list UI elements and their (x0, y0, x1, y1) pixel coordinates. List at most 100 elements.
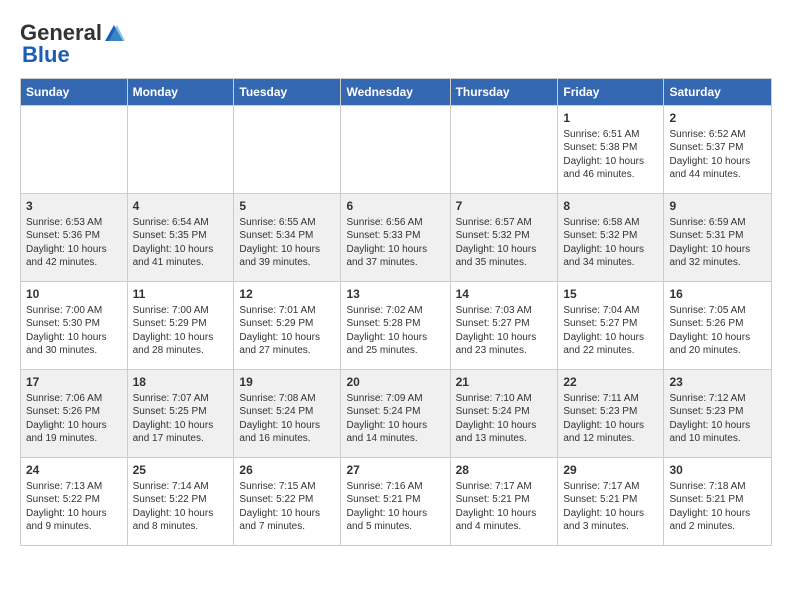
day-number: 2 (669, 110, 766, 127)
calendar-day-cell: 10Sunrise: 7:00 AMSunset: 5:30 PMDayligh… (21, 282, 128, 370)
day-info: Sunrise: 7:08 AM (239, 392, 335, 406)
day-info: Sunrise: 7:00 AM (133, 304, 229, 318)
day-info: Daylight: 10 hours and 16 minutes. (239, 419, 335, 446)
day-info: Sunrise: 7:07 AM (133, 392, 229, 406)
day-info: Sunset: 5:38 PM (563, 141, 658, 155)
calendar-week-row: 3Sunrise: 6:53 AMSunset: 5:36 PM Daylight… (21, 194, 772, 282)
calendar-header-row: SundayMondayTuesdayWednesdayThursdayFrid… (21, 79, 772, 106)
calendar-day-cell: 19Sunrise: 7:08 AMSunset: 5:24 PMDayligh… (234, 370, 341, 458)
calendar-week-row: 10Sunrise: 7:00 AMSunset: 5:30 PMDayligh… (21, 282, 772, 370)
day-info: Sunrise: 7:00 AM (26, 304, 122, 318)
day-number: 10 (26, 286, 122, 303)
calendar-day-cell: 17Sunrise: 7:06 AMSunset: 5:26 PMDayligh… (21, 370, 128, 458)
day-number: 28 (456, 462, 553, 479)
calendar-day-cell: 26Sunrise: 7:15 AMSunset: 5:22 PMDayligh… (234, 458, 341, 546)
logo-icon (103, 23, 125, 43)
day-info: Sunset: 5:21 PM (669, 493, 766, 507)
calendar-day-cell: 20Sunrise: 7:09 AMSunset: 5:24 PMDayligh… (341, 370, 450, 458)
day-info: Sunset: 5:32 PM (563, 229, 658, 243)
day-info: Sunset: 5:30 PM (26, 317, 122, 331)
day-info: Daylight: 10 hours and 2 minutes. (669, 507, 766, 534)
calendar-body: 1Sunrise: 6:51 AMSunset: 5:38 PMDaylight… (21, 106, 772, 546)
day-info: Sunset: 5:29 PM (239, 317, 335, 331)
day-number: 27 (346, 462, 444, 479)
calendar-week-row: 17Sunrise: 7:06 AMSunset: 5:26 PMDayligh… (21, 370, 772, 458)
day-info: Sunset: 5:32 PM (456, 229, 553, 243)
day-number: 30 (669, 462, 766, 479)
day-number: 24 (26, 462, 122, 479)
day-number: 3 (26, 198, 122, 215)
day-info: Daylight: 10 hours and 35 minutes. (456, 243, 553, 270)
day-info: Sunrise: 7:14 AM (133, 480, 229, 494)
day-number: 11 (133, 286, 229, 303)
day-info: Sunset: 5:28 PM (346, 317, 444, 331)
day-info: Sunset: 5:36 PM (26, 229, 122, 243)
day-info: Daylight: 10 hours and 39 minutes. (239, 243, 335, 270)
calendar-day-cell: 7Sunrise: 6:57 AMSunset: 5:32 PMDaylight… (450, 194, 558, 282)
day-info: Sunrise: 6:58 AM (563, 216, 658, 230)
day-number: 6 (346, 198, 444, 215)
calendar-day-cell: 9Sunrise: 6:59 AMSunset: 5:31 PMDaylight… (664, 194, 772, 282)
day-info: Sunrise: 7:06 AM (26, 392, 122, 406)
day-info: Sunrise: 7:03 AM (456, 304, 553, 318)
day-info: Sunset: 5:21 PM (456, 493, 553, 507)
day-number: 22 (563, 374, 658, 391)
day-info: Sunrise: 7:17 AM (563, 480, 658, 494)
page-header: General Blue (20, 20, 772, 68)
day-info: Sunrise: 7:09 AM (346, 392, 444, 406)
day-info: Sunset: 5:34 PM (239, 229, 335, 243)
calendar-day-cell: 8Sunrise: 6:58 AMSunset: 5:32 PMDaylight… (558, 194, 664, 282)
day-info: Daylight: 10 hours and 34 minutes. (563, 243, 658, 270)
day-number: 21 (456, 374, 553, 391)
day-info: Sunset: 5:23 PM (563, 405, 658, 419)
day-number: 20 (346, 374, 444, 391)
calendar-header-thursday: Thursday (450, 79, 558, 106)
calendar-day-cell: 25Sunrise: 7:14 AMSunset: 5:22 PMDayligh… (127, 458, 234, 546)
calendar-day-cell (450, 106, 558, 194)
day-info: Daylight: 10 hours and 41 minutes. (133, 243, 229, 270)
day-info: Daylight: 10 hours and 19 minutes. (26, 419, 122, 446)
day-info: Sunrise: 6:51 AM (563, 128, 658, 142)
calendar-day-cell: 14Sunrise: 7:03 AMSunset: 5:27 PMDayligh… (450, 282, 558, 370)
day-number: 5 (239, 198, 335, 215)
day-info: Sunset: 5:26 PM (669, 317, 766, 331)
day-info: Daylight: 10 hours and 4 minutes. (456, 507, 553, 534)
calendar-day-cell: 5Sunrise: 6:55 AMSunset: 5:34 PMDaylight… (234, 194, 341, 282)
day-number: 25 (133, 462, 229, 479)
calendar-week-row: 24Sunrise: 7:13 AMSunset: 5:22 PMDayligh… (21, 458, 772, 546)
calendar-table: SundayMondayTuesdayWednesdayThursdayFrid… (20, 78, 772, 546)
calendar-day-cell: 1Sunrise: 6:51 AMSunset: 5:38 PMDaylight… (558, 106, 664, 194)
day-info: Daylight: 10 hours and 14 minutes. (346, 419, 444, 446)
day-info: Daylight: 10 hours and 5 minutes. (346, 507, 444, 534)
day-info: Sunset: 5:21 PM (346, 493, 444, 507)
calendar-day-cell: 16Sunrise: 7:05 AMSunset: 5:26 PMDayligh… (664, 282, 772, 370)
calendar-day-cell: 28Sunrise: 7:17 AMSunset: 5:21 PMDayligh… (450, 458, 558, 546)
day-info: Sunset: 5:23 PM (669, 405, 766, 419)
day-info: Daylight: 10 hours and 8 minutes. (133, 507, 229, 534)
day-number: 9 (669, 198, 766, 215)
day-info: Sunset: 5:24 PM (456, 405, 553, 419)
day-info: Sunrise: 6:53 AM (26, 216, 122, 230)
calendar-header-monday: Monday (127, 79, 234, 106)
day-info: Sunrise: 7:13 AM (26, 480, 122, 494)
calendar-day-cell: 29Sunrise: 7:17 AMSunset: 5:21 PMDayligh… (558, 458, 664, 546)
calendar-day-cell: 21Sunrise: 7:10 AMSunset: 5:24 PMDayligh… (450, 370, 558, 458)
day-info: Sunrise: 7:18 AM (669, 480, 766, 494)
day-info: Daylight: 10 hours and 10 minutes. (669, 419, 766, 446)
day-info: Daylight: 10 hours and 13 minutes. (456, 419, 553, 446)
day-info: Daylight: 10 hours and 27 minutes. (239, 331, 335, 358)
day-number: 17 (26, 374, 122, 391)
day-info: Daylight: 10 hours and 28 minutes. (133, 331, 229, 358)
day-number: 23 (669, 374, 766, 391)
day-number: 19 (239, 374, 335, 391)
day-info: Sunrise: 6:56 AM (346, 216, 444, 230)
day-info: Sunrise: 6:54 AM (133, 216, 229, 230)
day-info: Sunrise: 7:17 AM (456, 480, 553, 494)
calendar-header-wednesday: Wednesday (341, 79, 450, 106)
calendar-day-cell: 30Sunrise: 7:18 AMSunset: 5:21 PMDayligh… (664, 458, 772, 546)
calendar-header-saturday: Saturday (664, 79, 772, 106)
day-info: Daylight: 10 hours and 22 minutes. (563, 331, 658, 358)
calendar-day-cell (341, 106, 450, 194)
day-info: Sunset: 5:27 PM (563, 317, 658, 331)
day-info: Sunset: 5:37 PM (669, 141, 766, 155)
